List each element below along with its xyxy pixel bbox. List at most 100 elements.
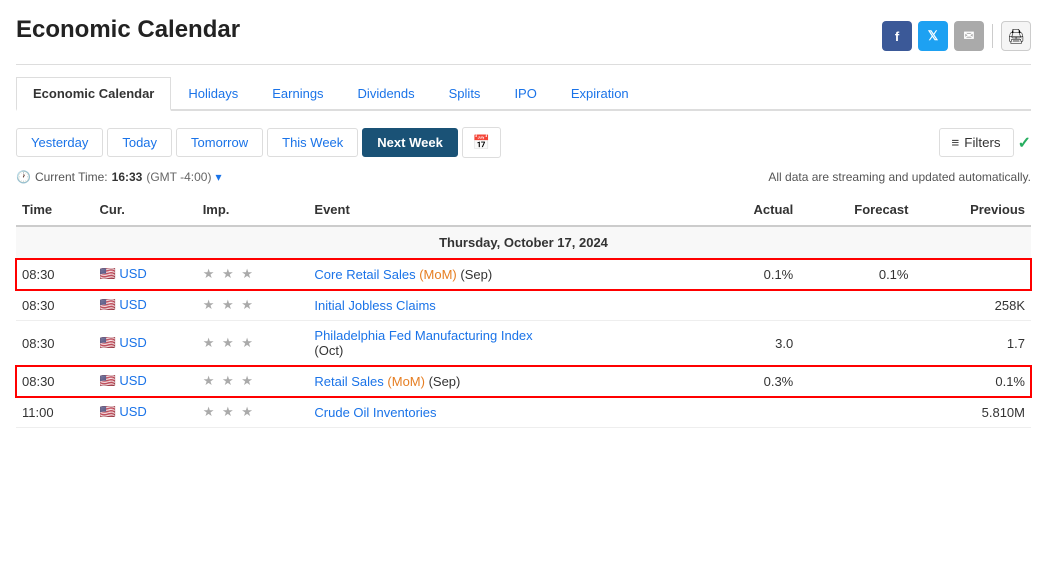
flag-icon: 🇺🇸 xyxy=(100,297,116,312)
currency-label: USD xyxy=(119,404,146,419)
row-event: Initial Jobless Claims xyxy=(308,290,709,321)
col-importance: Imp. xyxy=(197,194,309,226)
filter-icon: ≡ xyxy=(952,135,960,150)
event-name[interactable]: Retail Sales xyxy=(314,374,383,389)
row-time: 08:30 xyxy=(16,259,94,290)
row-previous: 258K xyxy=(914,290,1031,321)
currency-label: USD xyxy=(119,335,146,350)
row-actual: 0.1% xyxy=(709,259,799,290)
filters-label: Filters xyxy=(964,135,1000,150)
row-event: Philadelphia Fed Manufacturing Index (Oc… xyxy=(308,321,709,366)
clock-icon: 🕐 xyxy=(16,170,31,184)
filters-button[interactable]: ≡ Filters xyxy=(939,128,1014,157)
row-previous xyxy=(914,259,1031,290)
row-flag-currency: 🇺🇸 USD xyxy=(94,290,197,321)
row-previous: 0.1% xyxy=(914,366,1031,397)
row-actual: 0.3% xyxy=(709,366,799,397)
row-time: 08:30 xyxy=(16,290,94,321)
col-actual: Actual xyxy=(709,194,799,226)
row-importance: ★ ★ ★ xyxy=(197,366,309,397)
row-importance: ★ ★ ★ xyxy=(197,321,309,366)
row-importance: ★ ★ ★ xyxy=(197,259,309,290)
row-forecast xyxy=(799,366,914,397)
importance-stars: ★ ★ ★ xyxy=(203,335,255,350)
row-flag-currency: 🇺🇸 USD xyxy=(94,366,197,397)
row-time: 08:30 xyxy=(16,366,94,397)
row-event: Core Retail Sales (MoM) (Sep) xyxy=(308,259,709,290)
print-button[interactable]: 🖨 xyxy=(1001,21,1031,51)
event-tag: (MoM) xyxy=(387,374,425,389)
importance-stars: ★ ★ ★ xyxy=(203,404,255,419)
email-share-button[interactable]: ✉ xyxy=(954,21,984,51)
time-filter-row: Yesterday Today Tomorrow This Week Next … xyxy=(16,127,1031,158)
facebook-share-button[interactable]: f xyxy=(882,21,912,51)
col-forecast: Forecast xyxy=(799,194,914,226)
currency-label: USD xyxy=(119,266,146,281)
row-forecast: 0.1% xyxy=(799,259,914,290)
calendar-picker-button[interactable]: 📅 xyxy=(462,127,501,158)
event-name[interactable]: Crude Oil Inventories xyxy=(314,405,436,420)
event-sub: (Oct) xyxy=(314,343,343,358)
filter-check-icon: ✓ xyxy=(1018,133,1031,153)
row-previous: 5.810M xyxy=(914,397,1031,428)
row-event: Retail Sales (MoM) (Sep) xyxy=(308,366,709,397)
row-importance: ★ ★ ★ xyxy=(197,290,309,321)
tomorrow-button[interactable]: Tomorrow xyxy=(176,128,263,157)
current-time-label: Current Time: xyxy=(35,170,108,184)
row-flag-currency: 🇺🇸 USD xyxy=(94,321,197,366)
section-date: Thursday, October 17, 2024 xyxy=(16,226,1031,259)
tab-holidays[interactable]: Holidays xyxy=(171,77,255,109)
flag-icon: 🇺🇸 xyxy=(100,404,116,419)
today-button[interactable]: Today xyxy=(107,128,172,157)
page-title: Economic Calendar xyxy=(16,16,240,44)
share-icons: f 𝕏 ✉ xyxy=(882,21,984,51)
flag-icon: 🇺🇸 xyxy=(100,266,116,281)
gmt-offset: (GMT -4:00) xyxy=(146,170,211,184)
tab-ipo[interactable]: IPO xyxy=(497,77,553,109)
flag-icon: 🇺🇸 xyxy=(100,373,116,388)
event-name[interactable]: Core Retail Sales xyxy=(314,267,415,282)
importance-stars: ★ ★ ★ xyxy=(203,266,255,281)
tab-earnings[interactable]: Earnings xyxy=(255,77,340,109)
table-row: 11:00 🇺🇸 USD ★ ★ ★ Crude Oil Inventories… xyxy=(16,397,1031,428)
row-importance: ★ ★ ★ xyxy=(197,397,309,428)
table-row: 08:30 🇺🇸 USD ★ ★ ★ Core Retail Sales (Mo… xyxy=(16,259,1031,290)
table-row: 08:30 🇺🇸 USD ★ ★ ★ Philadelphia Fed Manu… xyxy=(16,321,1031,366)
twitter-share-button[interactable]: 𝕏 xyxy=(918,21,948,51)
col-time: Time xyxy=(16,194,94,226)
row-forecast xyxy=(799,397,914,428)
current-time-value: 16:33 xyxy=(112,170,143,184)
streaming-note: All data are streaming and updated autom… xyxy=(768,170,1031,184)
event-tag: (MoM) xyxy=(419,267,457,282)
divider xyxy=(992,24,993,48)
event-sub: (Sep) xyxy=(460,267,492,282)
this-week-button[interactable]: This Week xyxy=(267,128,358,157)
row-actual xyxy=(709,397,799,428)
economic-calendar-table: Time Cur. Imp. Event Actual Forecast Pre… xyxy=(16,194,1031,428)
col-currency: Cur. xyxy=(94,194,197,226)
yesterday-button[interactable]: Yesterday xyxy=(16,128,103,157)
table-row: 08:30 🇺🇸 USD ★ ★ ★ Initial Jobless Claim… xyxy=(16,290,1031,321)
tab-expiration[interactable]: Expiration xyxy=(554,77,646,109)
next-week-button[interactable]: Next Week xyxy=(362,128,458,157)
col-previous: Previous xyxy=(914,194,1031,226)
table-row: 08:30 🇺🇸 USD ★ ★ ★ Retail Sales (MoM) (S… xyxy=(16,366,1031,397)
row-forecast xyxy=(799,290,914,321)
row-flag-currency: 🇺🇸 USD xyxy=(94,259,197,290)
event-name[interactable]: Philadelphia Fed Manufacturing Index xyxy=(314,328,532,343)
currency-label: USD xyxy=(119,373,146,388)
tab-bar: Economic Calendar Holidays Earnings Divi… xyxy=(16,77,1031,111)
importance-stars: ★ ★ ★ xyxy=(203,373,255,388)
current-time-row: 🕐 Current Time: 16:33 (GMT -4:00) ▾ All … xyxy=(16,170,1031,184)
timezone-dropdown[interactable]: ▾ xyxy=(215,170,221,184)
importance-stars: ★ ★ ★ xyxy=(203,297,255,312)
tab-splits[interactable]: Splits xyxy=(432,77,498,109)
event-sub: (Sep) xyxy=(429,374,461,389)
event-name[interactable]: Initial Jobless Claims xyxy=(314,298,435,313)
row-time: 11:00 xyxy=(16,397,94,428)
row-flag-currency: 🇺🇸 USD xyxy=(94,397,197,428)
tab-dividends[interactable]: Dividends xyxy=(341,77,432,109)
row-actual: 3.0 xyxy=(709,321,799,366)
tab-economic-calendar[interactable]: Economic Calendar xyxy=(16,77,171,111)
row-time: 08:30 xyxy=(16,321,94,366)
